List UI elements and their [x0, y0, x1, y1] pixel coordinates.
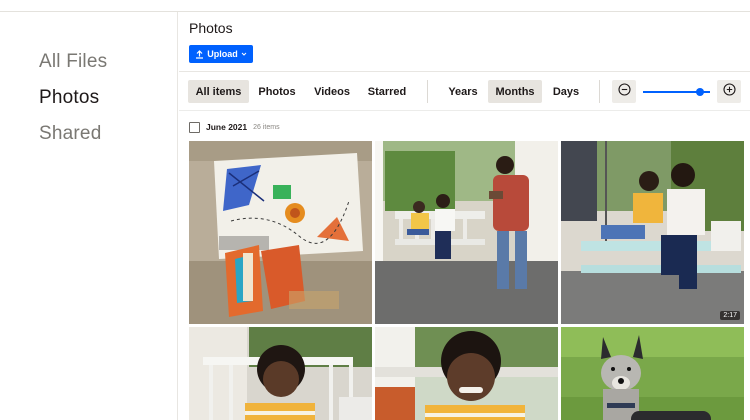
- photo-tile[interactable]: [561, 327, 744, 420]
- upload-label: Upload: [207, 49, 238, 59]
- smiling-boy-closeup-image: [375, 327, 558, 420]
- group-date: June 2021: [206, 122, 248, 132]
- porch-family-image: [375, 141, 558, 324]
- upload-icon: [195, 49, 204, 59]
- select-group-checkbox[interactable]: [189, 121, 200, 133]
- filter-photos[interactable]: Photos: [254, 80, 300, 103]
- zoom-slider-thumb[interactable]: [695, 88, 704, 96]
- page-title: Photos: [189, 20, 233, 36]
- collage-artwork-image: [189, 141, 372, 324]
- sidebar: All Files Photos Shared: [0, 12, 178, 420]
- period-months[interactable]: Months: [488, 80, 542, 103]
- filter-starred[interactable]: Starred: [363, 80, 411, 103]
- sidebar-item-photos[interactable]: Photos: [39, 87, 99, 109]
- sidebar-item-all-files[interactable]: All Files: [39, 51, 107, 73]
- zoom-in-button[interactable]: [717, 80, 741, 103]
- period-days[interactable]: Days: [547, 80, 585, 103]
- main-content: Photos Upload All items Photos Videos St…: [179, 12, 750, 420]
- toolbar: All items Photos Videos Starred Years Mo…: [179, 72, 750, 110]
- period-years[interactable]: Years: [443, 80, 483, 103]
- photo-tile[interactable]: [375, 327, 558, 420]
- group-count: 26 items: [253, 123, 280, 131]
- toolbar-separator: [599, 80, 600, 103]
- minus-circle-icon: [617, 82, 631, 101]
- date-group-header: June 2021 26 items: [189, 120, 280, 134]
- toolbar-bottom-divider: [179, 110, 750, 111]
- photo-tile[interactable]: [189, 141, 372, 324]
- dog-on-grass-image: [561, 327, 744, 420]
- chevron-down-icon: [241, 51, 247, 57]
- photos-page: All Files Photos Shared Photos Upload Al…: [0, 0, 750, 420]
- plus-circle-icon: [722, 82, 736, 101]
- smiling-boy-bench-image: [189, 327, 372, 420]
- video-duration-badge: 2:17: [720, 311, 740, 320]
- photo-tile[interactable]: [375, 141, 558, 324]
- toolbar-separator: [427, 80, 428, 103]
- mother-son-swing-image: [561, 141, 744, 324]
- photo-tile[interactable]: 2:17: [561, 141, 744, 324]
- upload-button[interactable]: Upload: [189, 45, 253, 63]
- filter-videos[interactable]: Videos: [307, 80, 357, 103]
- filter-all-items[interactable]: All items: [188, 80, 249, 103]
- photo-tile[interactable]: [189, 327, 372, 420]
- sidebar-item-shared[interactable]: Shared: [39, 123, 101, 145]
- zoom-out-button[interactable]: [612, 80, 636, 103]
- zoom-slider[interactable]: [643, 88, 710, 96]
- photo-grid: 2:17: [189, 141, 750, 420]
